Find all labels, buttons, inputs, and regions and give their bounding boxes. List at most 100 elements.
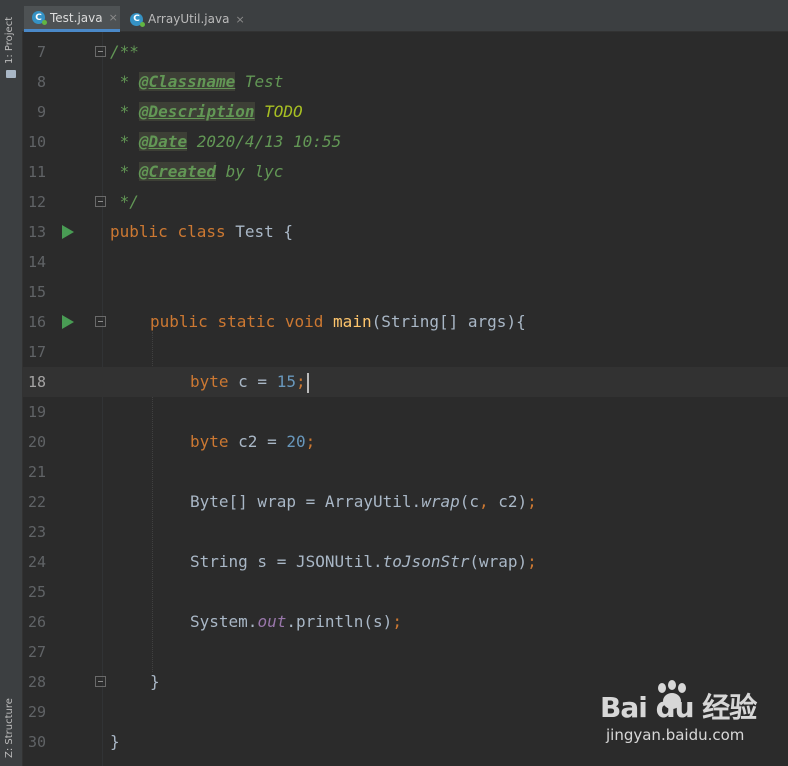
line-number: 14: [27, 253, 46, 271]
line-number: 29: [27, 703, 46, 721]
args: (c: [459, 492, 479, 511]
semicolon: ;: [295, 372, 306, 391]
line-number: 27: [27, 643, 46, 661]
code-line[interactable]: 16 public static void main(String[] args…: [22, 307, 788, 337]
keyword: class: [177, 222, 226, 241]
keyword: void: [284, 312, 324, 331]
doc-text: Test: [235, 72, 284, 91]
code-line[interactable]: 15: [22, 277, 788, 307]
code-line[interactable]: 14: [22, 247, 788, 277]
statement: System.: [190, 612, 258, 631]
code-line[interactable]: 13 public class Test {: [22, 217, 788, 247]
code-line[interactable]: 22 Byte[] wrap = ArrayUtil.wrap(c, c2);: [22, 487, 788, 517]
project-tool-tab[interactable]: 1: Project: [0, 8, 22, 88]
baidu-jingyan-watermark: Bai du 经验 jingyan.baidu.com: [600, 676, 780, 756]
doc-comment: /**: [110, 42, 139, 61]
code-line[interactable]: 19: [22, 397, 788, 427]
code-text: byte c = 15;: [190, 367, 309, 397]
doc-tag: @Date: [138, 132, 188, 151]
close-icon[interactable]: ×: [235, 13, 244, 26]
class-icon-letter: C: [35, 12, 42, 23]
brace: }: [110, 732, 120, 751]
code-line[interactable]: 11 * @Created by lyc: [22, 157, 788, 187]
code-line[interactable]: 26 System.out.println(s);: [22, 607, 788, 637]
static-field: out: [257, 612, 287, 631]
fold-minus-icon[interactable]: [95, 46, 106, 57]
keyword: byte: [190, 432, 229, 451]
code-line[interactable]: 25: [22, 577, 788, 607]
code-line[interactable]: 12 */: [22, 187, 788, 217]
line-number: 17: [27, 343, 46, 361]
code-text: public class Test {: [110, 217, 293, 247]
code-text: }: [110, 727, 120, 757]
run-triangle-icon[interactable]: [62, 225, 74, 239]
fold-minus-icon[interactable]: [95, 196, 106, 207]
run-triangle-icon[interactable]: [62, 315, 74, 329]
code-text: byte c2 = 20;: [190, 427, 315, 457]
code-text: System.out.println(s);: [190, 607, 402, 637]
code-text: * @Description TODO: [110, 97, 303, 127]
args: (wrap): [469, 552, 528, 571]
keyword: byte: [190, 372, 229, 391]
doc-text: 2020/4/13 10:55: [187, 132, 342, 151]
code-line[interactable]: 27: [22, 637, 788, 667]
line-number: 20: [27, 433, 46, 451]
keyword: public: [110, 222, 168, 241]
fold-minus-icon[interactable]: [95, 676, 106, 687]
statement: Byte[] wrap = ArrayUtil.: [190, 492, 422, 511]
watermark-url: jingyan.baidu.com: [606, 726, 745, 744]
code-line[interactable]: 24 String s = JSONUtil.toJsonStr(wrap);: [22, 547, 788, 577]
todo-text: TODO: [254, 102, 303, 121]
brace: }: [150, 672, 160, 691]
structure-tool-tab[interactable]: Z: Structure: [0, 676, 22, 766]
doc-star: *: [110, 132, 139, 151]
semicolon: ;: [392, 612, 402, 631]
code-line[interactable]: 17: [22, 337, 788, 367]
code-text: /**: [110, 37, 139, 67]
static-call: toJsonStr: [382, 552, 470, 571]
code-line[interactable]: 23: [22, 517, 788, 547]
brace: {: [283, 222, 294, 241]
text-caret: [306, 372, 309, 393]
tab-label: Test.java: [50, 10, 103, 25]
structure-tool-tab-label: Z: Structure: [4, 698, 15, 758]
tab-test-java[interactable]: C Test.java ×: [24, 6, 120, 32]
doc-comment: */: [110, 192, 139, 211]
line-number: 23: [27, 523, 46, 541]
close-icon[interactable]: ×: [109, 11, 118, 24]
line-number: 15: [27, 283, 46, 301]
method-call: .println(s): [286, 612, 393, 631]
tab-arrayutil-java[interactable]: C ArrayUtil.java ×: [122, 6, 247, 32]
keyword: static: [217, 312, 276, 331]
code-line[interactable]: 10 * @Date 2020/4/13 10:55: [22, 127, 788, 157]
line-number: 10: [27, 133, 46, 151]
fold-minus-icon[interactable]: [95, 316, 106, 327]
line-number: 11: [27, 163, 46, 181]
method-name: main: [333, 312, 372, 331]
comma: ,: [478, 492, 489, 511]
class-badge-icon: [140, 21, 145, 27]
number-literal: 20: [286, 432, 306, 451]
keyword: public: [150, 312, 208, 331]
line-number: 26: [27, 613, 46, 631]
folder-icon: [6, 70, 16, 78]
statement: String s = JSONUtil.: [190, 552, 383, 571]
line-number: 25: [27, 583, 46, 601]
code-text: String s = JSONUtil.toJsonStr(wrap);: [190, 547, 537, 577]
semicolon: ;: [527, 552, 537, 571]
code-line-current[interactable]: 18 byte c = 15;: [22, 367, 788, 397]
code-line[interactable]: 21: [22, 457, 788, 487]
code-line[interactable]: 9 * @Description TODO: [22, 97, 788, 127]
doc-star: *: [110, 72, 139, 91]
line-number: 7: [36, 43, 46, 61]
code-editor[interactable]: 7 /** 8 * @Classname Test 9 * @Descripti…: [22, 32, 788, 766]
class-c-icon: C: [130, 12, 145, 27]
code-line[interactable]: 20 byte c2 = 20;: [22, 427, 788, 457]
class-name: Test: [235, 222, 274, 241]
number-literal: 15: [276, 372, 296, 391]
code-line[interactable]: 8 * @Classname Test: [22, 67, 788, 97]
line-number: 19: [27, 403, 46, 421]
class-icon-letter: C: [133, 14, 140, 24]
code-line[interactable]: 7 /**: [22, 37, 788, 67]
line-number: 22: [27, 493, 46, 511]
